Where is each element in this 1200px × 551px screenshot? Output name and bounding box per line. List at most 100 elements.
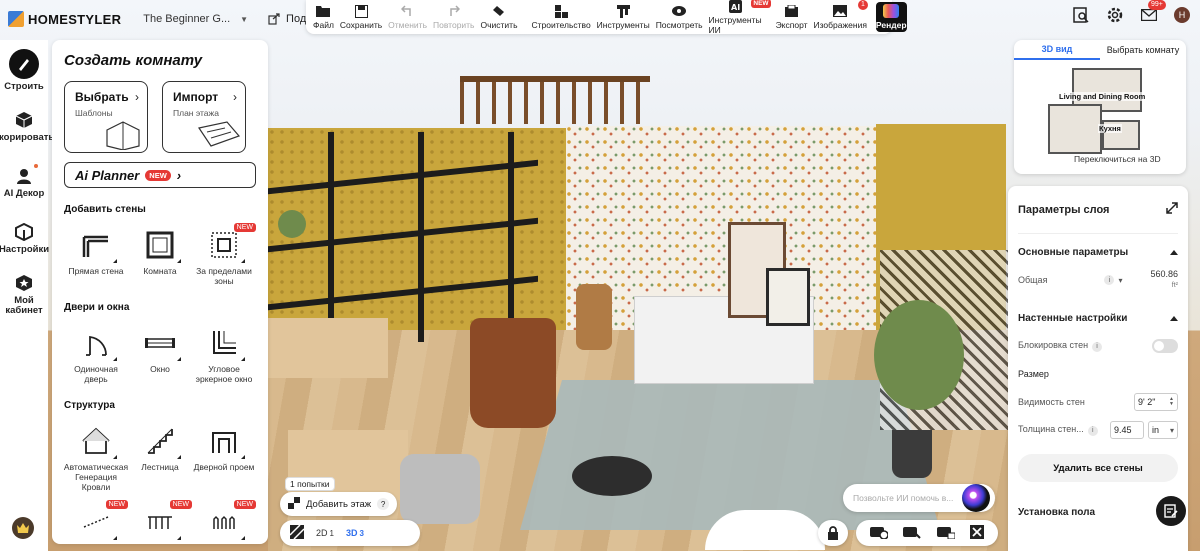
room-label-kitchen: Кухня bbox=[1098, 124, 1122, 133]
ai-tools-button[interactable]: AI Инструменты ИИ NEW bbox=[706, 0, 771, 35]
wall-visibility-input[interactable]: 9' 2" ▲ ▼ bbox=[1134, 393, 1178, 411]
stairs-tool[interactable]: Лестница bbox=[128, 425, 192, 492]
outside-zone-tool[interactable]: NEW За пределами зоны bbox=[192, 223, 256, 286]
pergola-model[interactable] bbox=[460, 76, 650, 124]
render-button[interactable]: Рендер bbox=[875, 2, 907, 32]
logo[interactable]: HOMESTYLER bbox=[8, 11, 121, 27]
room-tool[interactable]: Комната bbox=[128, 229, 192, 286]
lounge-chair-model[interactable] bbox=[470, 318, 556, 428]
more-tool-2[interactable]: NEW bbox=[128, 500, 192, 543]
view-2d-button[interactable]: 2D 1 bbox=[316, 528, 334, 538]
more-tool-3[interactable]: NEW bbox=[192, 500, 256, 543]
import-floorplan-card[interactable]: Импорт План этажа › bbox=[162, 81, 246, 153]
share-icon bbox=[268, 13, 280, 25]
section-title-walls: Добавить стены bbox=[64, 204, 146, 215]
help-icon[interactable]: ? bbox=[377, 498, 390, 510]
info-icon[interactable]: i bbox=[1087, 425, 1098, 436]
straight-wall-tool[interactable]: Прямая стена bbox=[64, 229, 128, 286]
plant-pot-model[interactable] bbox=[892, 430, 932, 478]
rail-item-settings[interactable]: Настройки bbox=[0, 212, 49, 264]
add-floor-button[interactable]: Добавить этаж ? bbox=[280, 492, 398, 516]
redo-button[interactable]: Повторить bbox=[430, 0, 478, 34]
tools-button[interactable]: Инструменты bbox=[594, 0, 653, 34]
straight-wall-icon bbox=[80, 229, 117, 263]
orbit-camera-icon[interactable] bbox=[869, 525, 889, 542]
undo-button[interactable]: Отменить bbox=[385, 0, 430, 34]
ai-assistant-orb-icon[interactable] bbox=[962, 484, 990, 512]
rail-item-build[interactable]: Строить bbox=[0, 44, 48, 96]
clear-button[interactable]: Очистить bbox=[478, 0, 521, 34]
section-wall-settings[interactable]: Настенные настройки bbox=[1018, 304, 1178, 332]
rail-item-my-cabinet[interactable]: Мой кабинет bbox=[0, 268, 48, 320]
view-button[interactable]: Посмотреть bbox=[653, 0, 706, 34]
stepper-arrows-icon[interactable]: ▲ ▼ bbox=[1169, 397, 1174, 407]
window-tool[interactable]: Окно bbox=[128, 327, 192, 384]
expand-icon[interactable] bbox=[1166, 202, 1178, 217]
select-template-card[interactable]: Выбрать Шаблоны › bbox=[64, 81, 148, 153]
section-floor-title: Установка пола bbox=[1018, 506, 1096, 518]
info-icon[interactable]: i bbox=[1104, 275, 1115, 285]
wall-thickness-row: Толщина стен... i 9.45 in ▾ bbox=[1018, 416, 1178, 444]
view-3d-button[interactable]: 3D 3 bbox=[346, 528, 364, 538]
wall-thickness-label-group: Толщина стен... i bbox=[1018, 424, 1098, 436]
fullscreen-icon[interactable] bbox=[970, 524, 985, 542]
auto-roof-tool[interactable]: Автоматическая Генерация Кровли bbox=[64, 425, 128, 492]
doorway-tool[interactable]: Дверной проем bbox=[192, 425, 256, 492]
wall-picture-small-model[interactable] bbox=[766, 268, 810, 326]
section-basic[interactable]: Основные параметры bbox=[1018, 238, 1178, 266]
white-decor-model[interactable] bbox=[705, 510, 825, 550]
undo-icon bbox=[401, 4, 415, 18]
top-camera-icon[interactable] bbox=[936, 525, 956, 542]
design-name[interactable]: The Beginner G... bbox=[143, 13, 230, 25]
floorplan-map[interactable]: Living and Dining Room Кухня bbox=[1044, 64, 1154, 160]
svg-text:AI: AI bbox=[731, 3, 740, 12]
switch-to-3d-button[interactable]: Переключиться на 3D bbox=[1074, 154, 1161, 164]
chevron-down-icon[interactable]: ▼ bbox=[240, 15, 248, 24]
ai-planner-button[interactable]: Ai Planner NEW › bbox=[64, 162, 256, 188]
mail-icon[interactable]: 99+ bbox=[1140, 0, 1166, 24]
delete-all-walls-button[interactable]: Удалить все стены bbox=[1018, 454, 1178, 482]
images-button[interactable]: Изображения 1 bbox=[811, 0, 870, 34]
tab-select-room[interactable]: Выбрать комнату bbox=[1100, 45, 1186, 55]
wall-thickness-unit-select[interactable]: in ▾ bbox=[1148, 421, 1178, 439]
file-button[interactable]: Файл bbox=[310, 0, 337, 34]
info-icon[interactable]: i bbox=[1092, 341, 1103, 352]
room-shape bbox=[1048, 104, 1102, 154]
feedback-button[interactable] bbox=[1156, 496, 1186, 526]
chevron-down-icon[interactable]: ▾ bbox=[1118, 276, 1122, 285]
build-button[interactable]: Строительство bbox=[529, 0, 594, 34]
rail-item-ai-decor[interactable]: AI Декор bbox=[0, 156, 48, 208]
tab-3d-view[interactable]: 3D вид bbox=[1014, 40, 1100, 60]
total-area-value: 560.86 ft² bbox=[1150, 269, 1178, 291]
desk-model[interactable] bbox=[268, 318, 388, 378]
wall-thickness-input[interactable]: 9.45 bbox=[1110, 421, 1144, 439]
crown-icon[interactable] bbox=[12, 517, 34, 539]
panel-title: Создать комнату bbox=[64, 52, 203, 69]
unit-label: in bbox=[1152, 425, 1160, 435]
walk-camera-icon[interactable] bbox=[903, 525, 921, 542]
rail-item-decorate[interactable]: екорировать bbox=[0, 100, 54, 152]
lock-button[interactable] bbox=[818, 520, 848, 546]
gear-icon[interactable] bbox=[1106, 6, 1124, 24]
avatar[interactable]: H bbox=[1174, 7, 1190, 23]
wall-lock-toggle[interactable] bbox=[1152, 339, 1178, 353]
redo-label: Повторить bbox=[433, 20, 475, 30]
more-tool-1[interactable]: NEW bbox=[64, 500, 128, 543]
search-catalog-icon[interactable] bbox=[1072, 6, 1090, 24]
doors-tools: Одиночная дверь Окно Угловое эркерное ок… bbox=[64, 327, 256, 384]
wooden-stool-model[interactable] bbox=[576, 284, 612, 350]
tool-label: Окно bbox=[150, 364, 170, 374]
corner-bay-window-tool[interactable]: Угловое эркерное окно bbox=[192, 327, 256, 384]
pillow-model[interactable] bbox=[400, 454, 480, 524]
tool-label: Одиночная дверь bbox=[74, 364, 118, 384]
plant-small-model[interactable] bbox=[278, 210, 306, 238]
plant-model[interactable] bbox=[874, 300, 964, 410]
save-button[interactable]: Сохранить bbox=[337, 0, 385, 34]
single-door-tool[interactable]: Одиночная дверь bbox=[64, 327, 128, 384]
side-table-model[interactable] bbox=[572, 456, 652, 496]
hatch-icon[interactable] bbox=[289, 524, 305, 541]
export-button[interactable]: Экспорт bbox=[773, 0, 811, 34]
export-label: Экспорт bbox=[775, 20, 808, 30]
images-label: Изображения bbox=[813, 20, 867, 30]
section-floor-settings[interactable]: Установка пола bbox=[1018, 498, 1178, 526]
